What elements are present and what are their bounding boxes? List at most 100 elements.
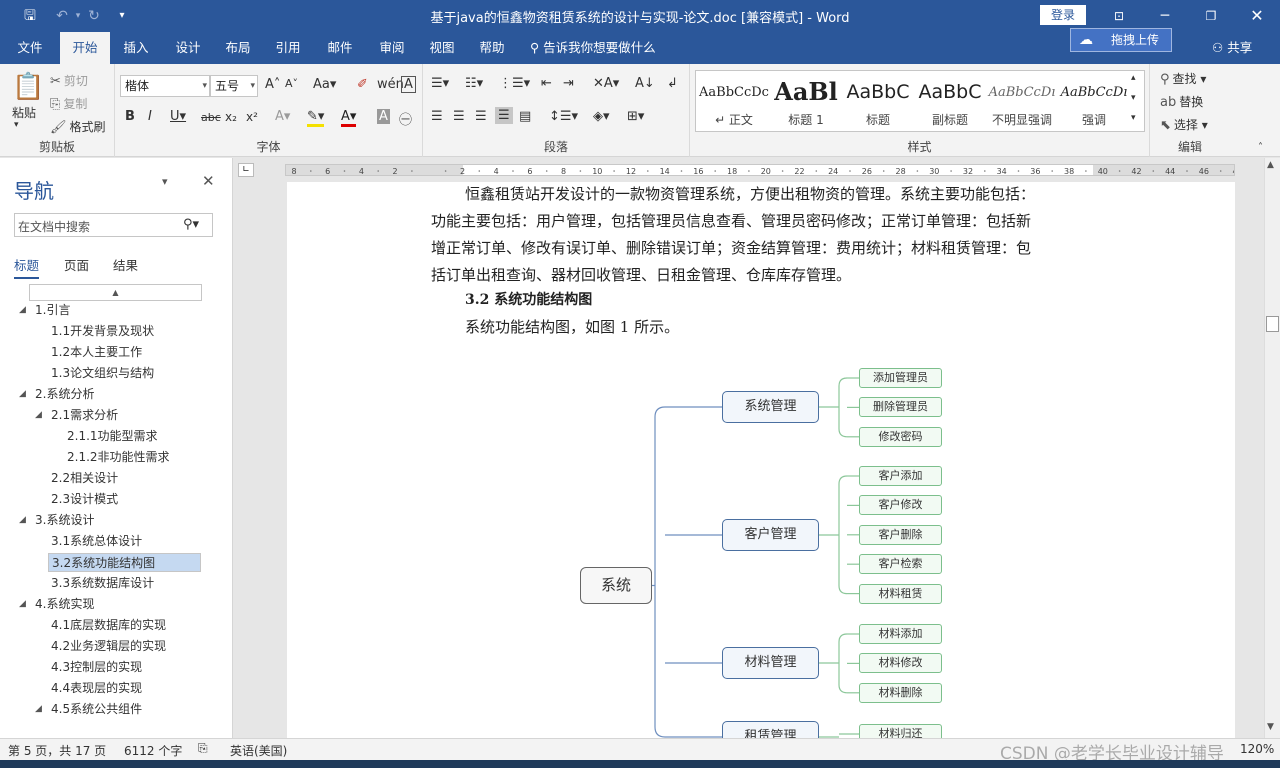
nav-tab-headings[interactable]: 标题: [14, 255, 40, 279]
restore-icon[interactable]: ❐: [1188, 0, 1234, 32]
paste-dropdown-icon[interactable]: ▾: [14, 120, 19, 130]
tab-review[interactable]: 审阅: [370, 32, 414, 64]
scroll-down-icon[interactable]: ▼: [1267, 722, 1274, 732]
borders-icon[interactable]: ⊞▾: [627, 109, 644, 124]
nav-heading-item[interactable]: 2.1.2非功能性需求: [64, 448, 173, 467]
strikethrough-button[interactable]: abc: [201, 111, 221, 124]
close-icon[interactable]: ✕: [1234, 0, 1280, 32]
find-button[interactable]: ⚲ 查找 ▾: [1160, 70, 1206, 87]
collapse-triangle-icon[interactable]: ◢: [19, 305, 26, 315]
tab-file[interactable]: 文件: [8, 32, 52, 64]
style-subtle-emphasis[interactable]: AaBbCcDı 不明显强调: [986, 71, 1058, 131]
distributed-icon[interactable]: ▤: [519, 109, 531, 124]
nav-heading-item[interactable]: 2.3设计模式: [48, 490, 121, 509]
enclose-char-icon[interactable]: ㊀: [399, 109, 412, 128]
align-center-icon[interactable]: ☰: [453, 109, 465, 124]
zoom-level[interactable]: 120%: [1240, 742, 1274, 756]
char-shading-icon[interactable]: A: [377, 109, 390, 124]
collapse-triangle-icon[interactable]: ◢: [19, 389, 26, 399]
shrink-font-icon[interactable]: A˅: [285, 77, 298, 90]
font-size-select[interactable]: 五号 ▾: [210, 75, 258, 97]
cut-button[interactable]: ✂ 剪切: [50, 72, 88, 89]
sort-icon[interactable]: A↓: [635, 76, 655, 91]
nav-close-icon[interactable]: ✕: [202, 172, 215, 190]
underline-button[interactable]: U▾: [170, 109, 186, 124]
styles-more-icon[interactable]: ▾: [1131, 113, 1136, 123]
tab-insert[interactable]: 插入: [114, 32, 158, 64]
collapse-triangle-icon[interactable]: ◢: [19, 599, 26, 609]
tab-help[interactable]: 帮助: [470, 32, 514, 64]
nav-heading-item[interactable]: 3.2系统功能结构图: [48, 553, 201, 572]
tab-view[interactable]: 视图: [420, 32, 464, 64]
char-border-icon[interactable]: A: [401, 76, 416, 93]
nav-heading-item[interactable]: 4.2业务逻辑层的实现: [48, 637, 169, 656]
styles-scroll-down-icon[interactable]: ▾: [1131, 93, 1136, 103]
nav-heading-item[interactable]: 1.3论文组织与结构: [48, 364, 157, 383]
tab-layout[interactable]: 布局: [216, 32, 260, 64]
font-color-icon[interactable]: A▾: [341, 109, 357, 127]
styles-scroll-up-icon[interactable]: ▴: [1131, 73, 1136, 83]
vertical-scrollbar[interactable]: ▲ ▼: [1264, 158, 1280, 738]
nav-search-input[interactable]: 在文档中搜索 ⚲▾: [14, 213, 213, 237]
style-heading1[interactable]: AaBl 标题 1: [770, 71, 842, 131]
align-right-icon[interactable]: ☰: [475, 109, 487, 124]
nav-heading-item[interactable]: 4.5系统公共组件: [48, 700, 145, 719]
word-count[interactable]: 6112 个字: [124, 742, 182, 759]
search-icon[interactable]: ⚲▾: [183, 217, 199, 232]
align-left-icon[interactable]: ☰: [431, 109, 443, 124]
grow-font-icon[interactable]: A˄: [265, 77, 280, 92]
show-marks-icon[interactable]: ↲: [667, 76, 678, 91]
nav-heading-item[interactable]: 2.系统分析: [32, 385, 97, 404]
bold-button[interactable]: B: [125, 109, 135, 124]
paste-button[interactable]: 粘贴: [12, 104, 36, 121]
phonetic-guide-icon[interactable]: wén: [377, 77, 404, 92]
proofing-icon[interactable]: ⎘: [198, 741, 208, 756]
replace-button[interactable]: ab 替换: [1160, 93, 1203, 110]
select-button[interactable]: ⬉ 选择 ▾: [1160, 116, 1208, 133]
upload-button[interactable]: ☁ 拖拽上传: [1070, 28, 1172, 52]
nav-heading-item[interactable]: 4.1底层数据库的实现: [48, 616, 169, 635]
change-case-icon[interactable]: Aa▾: [313, 77, 336, 92]
nav-heading-item[interactable]: 1.引言: [32, 301, 73, 320]
style-emphasis[interactable]: AaBbCcDı 强调: [1058, 71, 1130, 131]
increase-indent-icon[interactable]: ⇥: [563, 76, 574, 91]
customize-toolbar-icon[interactable]: ▾: [112, 6, 132, 26]
line-spacing-icon[interactable]: ↕☰▾: [549, 109, 578, 124]
nav-heading-item[interactable]: 4.3控制层的实现: [48, 658, 145, 677]
text-effects-icon[interactable]: A▾: [275, 109, 290, 124]
nav-heading-item[interactable]: 1.2本人主要工作: [48, 343, 145, 362]
clear-format-icon[interactable]: ✐: [357, 77, 368, 92]
redo-icon[interactable]: ↻: [84, 6, 104, 26]
justify-icon[interactable]: ☰: [495, 107, 513, 124]
decrease-indent-icon[interactable]: ⇤: [541, 76, 552, 91]
collapse-triangle-icon[interactable]: ◢: [19, 515, 26, 525]
nav-heading-item[interactable]: 4.系统实现: [32, 595, 97, 614]
scroll-thumb[interactable]: [1266, 316, 1279, 332]
style-title[interactable]: AaBbC 标题: [842, 71, 914, 131]
numbering-icon[interactable]: ☷▾: [465, 76, 483, 91]
style-subtitle[interactable]: AaBbC 副标题: [914, 71, 986, 131]
highlight-icon[interactable]: ✎▾: [307, 109, 325, 127]
shading-icon[interactable]: ◈▾: [593, 109, 610, 124]
nav-heading-item[interactable]: 3.系统设计: [32, 511, 97, 530]
tab-home[interactable]: 开始: [60, 32, 110, 64]
nav-scroll-up-icon[interactable]: ▲: [29, 284, 202, 301]
nav-heading-item[interactable]: 4.4表现层的实现: [48, 679, 145, 698]
nav-tab-results[interactable]: 结果: [113, 255, 138, 274]
chinese-layout-icon[interactable]: ✕A▾: [593, 76, 619, 91]
bullets-icon[interactable]: ☰▾: [431, 76, 449, 91]
login-button[interactable]: 登录: [1040, 5, 1086, 25]
nav-heading-item[interactable]: 3.3系统数据库设计: [48, 574, 157, 593]
paste-icon[interactable]: 📋: [12, 72, 44, 102]
nav-heading-item[interactable]: 2.2相关设计: [48, 469, 121, 488]
page-count[interactable]: 第 5 页，共 17 页: [8, 742, 106, 759]
save-icon[interactable]: 🖫: [20, 6, 40, 26]
collapse-triangle-icon[interactable]: ◢: [35, 410, 42, 420]
scroll-up-icon[interactable]: ▲: [1267, 160, 1274, 170]
tell-me-box[interactable]: ⚲ 告诉我你想要做什么: [530, 32, 656, 64]
italic-button[interactable]: I: [148, 109, 152, 124]
format-painter-button[interactable]: 🖌 格式刷: [50, 118, 106, 135]
tab-mailings[interactable]: 邮件: [318, 32, 362, 64]
nav-heading-item[interactable]: 2.1需求分析: [48, 406, 121, 425]
tab-references[interactable]: 引用: [266, 32, 310, 64]
